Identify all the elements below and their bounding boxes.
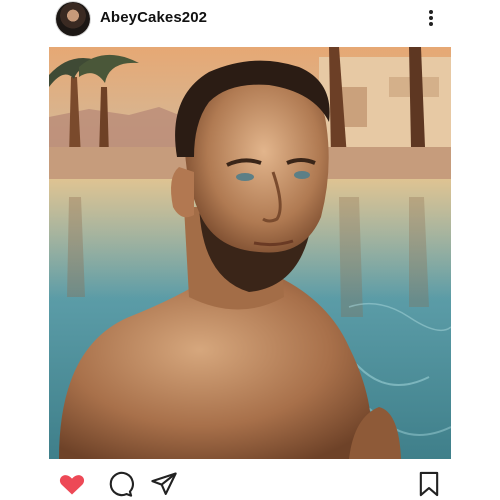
avatar[interactable] <box>56 2 90 36</box>
bookmark-icon[interactable] <box>415 470 443 498</box>
heart-icon[interactable] <box>58 470 86 498</box>
post-image[interactable] <box>49 47 451 459</box>
more-options-icon[interactable] <box>425 8 437 30</box>
send-icon[interactable] <box>150 470 178 498</box>
post-header: AbeyCakes202 <box>0 0 500 40</box>
comment-icon[interactable] <box>106 470 134 498</box>
username[interactable]: AbeyCakes202 <box>100 9 207 26</box>
post-actions <box>0 462 500 500</box>
instagram-post: AbeyCakes202 <box>0 0 500 500</box>
